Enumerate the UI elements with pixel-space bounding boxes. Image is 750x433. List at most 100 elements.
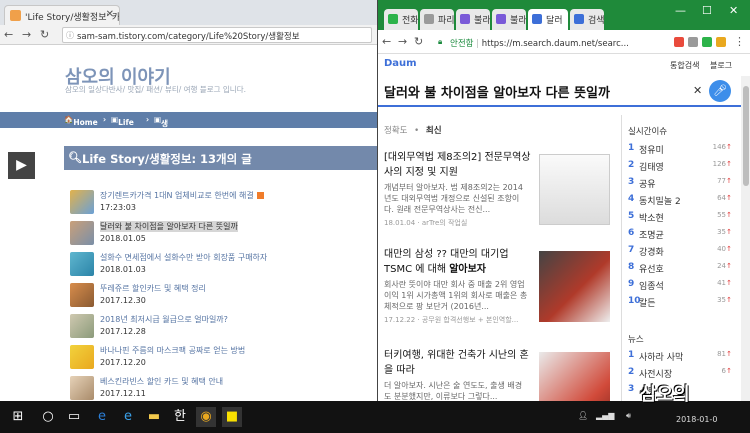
- right-tab[interactable]: 불라: [492, 9, 526, 30]
- left-url-input[interactable]: ⓘ sam-sam.tistory.com/category/Life%20St…: [62, 27, 372, 43]
- sort-latest-tab[interactable]: 최신: [426, 126, 442, 136]
- post-thumbnail[interactable]: [70, 221, 94, 245]
- nav-home[interactable]: 🏠 Home: [64, 115, 98, 127]
- post-item[interactable]: 뚜레쥬르 할인카드 및 혜택 정리 2017.12.30: [70, 281, 370, 311]
- search-icon[interactable]: ○: [38, 407, 58, 427]
- header-link-blog[interactable]: 블로그: [710, 60, 732, 71]
- result-title[interactable]: 터키여행, 위대한 건축가 시난의 혼을 따라: [384, 348, 534, 378]
- search-result[interactable]: 대만의 삼성 ?? 대만의 대기업 TSMC 에 대해 알아보자 회사란 뜻이야…: [384, 247, 610, 325]
- post-date: 2018.01.05: [100, 234, 146, 243]
- post-title[interactable]: 2018년 최저시급 월급으로 얼마일까?: [100, 314, 228, 325]
- daum-logo[interactable]: Daum: [384, 58, 417, 69]
- post-item[interactable]: 장기렌트카가격 1대N 업체비교로 한번에 해결 17:23:03: [70, 188, 370, 218]
- microphone-icon[interactable]: 🎤︎: [709, 80, 731, 102]
- realtime-item[interactable]: 7 강경화 40 ↑: [628, 245, 732, 259]
- task-view-icon[interactable]: ▭: [64, 407, 84, 427]
- left-browser-window: 'Life Story/생활정보' 카 ✕ ← → ↻ ⓘ sam-sam.ti…: [0, 0, 377, 401]
- network-icon[interactable]: ▂▄▆: [596, 411, 614, 420]
- result-thumbnail[interactable]: [539, 154, 610, 225]
- extension-icon[interactable]: [702, 37, 712, 47]
- result-title[interactable]: [대외무역법 제8조의2] 전문무역상사의 지정 및 지원: [384, 150, 534, 180]
- realtime-item[interactable]: 10 칼든 35 ↑: [628, 296, 732, 310]
- secure-label: 안전함: [450, 39, 474, 49]
- internet-explorer-icon[interactable]: e: [118, 407, 138, 427]
- file-explorer-icon[interactable]: ▬: [144, 407, 164, 427]
- post-thumbnail[interactable]: [70, 376, 94, 400]
- back-arrow-icon[interactable]: ←: [4, 28, 13, 41]
- people-icon[interactable]: 👤︎: [578, 411, 588, 420]
- kakaotalk-icon[interactable]: ■: [222, 407, 242, 427]
- realtime-heading: 실시간이슈: [628, 127, 668, 137]
- news-item[interactable]: 2 사전시장 6 ↑: [628, 367, 732, 381]
- edge-browser-icon[interactable]: e: [92, 407, 112, 427]
- extension-icon[interactable]: [674, 37, 684, 47]
- scrollbar[interactable]: [741, 76, 750, 401]
- search-box[interactable]: 달러와 불 차이점을 알아보자 다른 뜻일까 ✕ 🎤︎: [378, 77, 750, 107]
- news-item[interactable]: 1 사하라 사막 81 ↑: [628, 350, 732, 364]
- search-input[interactable]: 달러와 불 차이점을 알아보자 다른 뜻일까: [384, 82, 610, 101]
- right-tab[interactable]: 불라: [456, 9, 490, 30]
- post-item[interactable]: 설화수 면세점에서 설화수만 받아 회장품 구매하자 2018.01.03: [70, 250, 370, 280]
- tab-favicon-icon: [574, 14, 584, 24]
- clock[interactable]: 2018-01-0: [676, 415, 717, 424]
- close-window-icon[interactable]: ✕: [729, 4, 738, 17]
- realtime-item[interactable]: 8 유선호 24 ↑: [628, 262, 732, 276]
- windows-start-icon[interactable]: ⊞: [8, 407, 28, 427]
- right-tab[interactable]: 전화: [384, 9, 418, 30]
- nav-life-story[interactable]: ▣ Life Story: [111, 115, 141, 136]
- volume-icon[interactable]: 🔊︎: [626, 411, 631, 421]
- nav-living-info[interactable]: ▣ 생활정보: [154, 115, 168, 161]
- realtime-item[interactable]: 2 김태영 126 ↑: [628, 160, 732, 174]
- right-tab[interactable]: 검색: [570, 9, 604, 30]
- search-result[interactable]: 터키여행, 위대한 건축가 시난의 혼을 따라 더 알아보자. 시난은 술 연도…: [384, 348, 610, 401]
- realtime-item[interactable]: 6 조명균 35 ↑: [628, 228, 732, 242]
- sort-accuracy-tab[interactable]: 정확도: [384, 126, 407, 136]
- back-arrow-icon[interactable]: ←: [382, 35, 391, 48]
- post-thumbnail[interactable]: [70, 252, 94, 276]
- result-thumbnail[interactable]: [539, 251, 610, 322]
- post-title[interactable]: 설화수 면세점에서 설화수만 받아 회장품 구매하자: [100, 252, 267, 263]
- post-title[interactable]: 뚜레쥬르 할인카드 및 혜택 정리: [100, 283, 206, 294]
- clear-icon[interactable]: ✕: [693, 84, 702, 97]
- right-tab-active[interactable]: 달러: [528, 9, 568, 30]
- post-title[interactable]: 바나나핀 주름의 마스크팩 공짜로 얻는 방법: [100, 345, 245, 356]
- realtime-item[interactable]: 3 공유 77 ↑: [628, 177, 732, 191]
- search-result[interactable]: [대외무역법 제8조의2] 전문무역상사의 지정 및 지원 개념부터 알아보자.…: [384, 150, 610, 228]
- result-thumbnail[interactable]: [539, 352, 610, 401]
- minimize-icon[interactable]: —: [675, 4, 686, 17]
- realtime-item[interactable]: 4 동치밀놀 2 64 ↑: [628, 194, 732, 208]
- close-tab-icon[interactable]: ✕: [106, 9, 114, 20]
- post-item[interactable]: 바나나핀 주름의 마스크팩 공짜로 얻는 방법 2017.12.20: [70, 343, 370, 373]
- right-url-input[interactable]: 🔒︎ 안전함 | https://m.search.daum.net/searc…: [436, 34, 668, 51]
- forward-arrow-icon[interactable]: →: [398, 35, 407, 48]
- menu-icon[interactable]: ⋮: [734, 35, 745, 48]
- right-tab[interactable]: 파리: [420, 9, 454, 30]
- reload-icon[interactable]: ↻: [414, 35, 423, 48]
- extension-icon[interactable]: [716, 37, 726, 47]
- extension-icon[interactable]: [688, 37, 698, 47]
- post-title[interactable]: 장기렌트카가격 1대N 업체비교로 한번에 해결: [100, 190, 264, 201]
- right-browser-window: 전화 파리 불라 불라 달러 검색 — ☐ ✕ ← → ↻ 🔒︎ 안전함 | h…: [377, 0, 750, 401]
- post-item[interactable]: 베스킨라빈스 할인 카드 및 혜택 안내 2017.12.11: [70, 374, 370, 401]
- scrollbar-thumb[interactable]: [743, 86, 749, 186]
- post-item[interactable]: 달러와 불 차이점을 알아보자 다른 뜻일까 2018.01.05: [70, 219, 370, 249]
- result-title[interactable]: 대만의 삼성 ?? 대만의 대기업 TSMC 에 대해 알아보자: [384, 247, 534, 277]
- post-title[interactable]: 베스킨라빈스 할인 카드 및 혜택 안내: [100, 376, 223, 387]
- reload-icon[interactable]: ↻: [40, 28, 49, 41]
- post-item[interactable]: 2018년 최저시급 월급으로 얼마일까? 2017.12.28: [70, 312, 370, 342]
- header-link-all[interactable]: 통합검색: [670, 60, 699, 71]
- forward-arrow-icon[interactable]: →: [22, 28, 31, 41]
- realtime-item[interactable]: 5 박소현 55 ↑: [628, 211, 732, 225]
- post-thumbnail[interactable]: [70, 345, 94, 369]
- maximize-icon[interactable]: ☐: [702, 4, 712, 17]
- post-title[interactable]: 달러와 불 차이점을 알아보자 다른 뜻일까: [100, 221, 238, 232]
- post-thumbnail[interactable]: [70, 314, 94, 338]
- chrome-icon[interactable]: ◉: [196, 407, 216, 427]
- realtime-item[interactable]: 9 임종석 41 ↑: [628, 279, 732, 293]
- realtime-item[interactable]: 1 정유미 146 ↑: [628, 143, 732, 157]
- hangul-icon[interactable]: 한: [170, 407, 190, 427]
- expand-sidebar-button[interactable]: ▶: [8, 152, 35, 179]
- left-tab[interactable]: 'Life Story/생활정보' 카 ✕: [4, 5, 120, 25]
- post-thumbnail[interactable]: [70, 283, 94, 307]
- post-thumbnail[interactable]: [70, 190, 94, 214]
